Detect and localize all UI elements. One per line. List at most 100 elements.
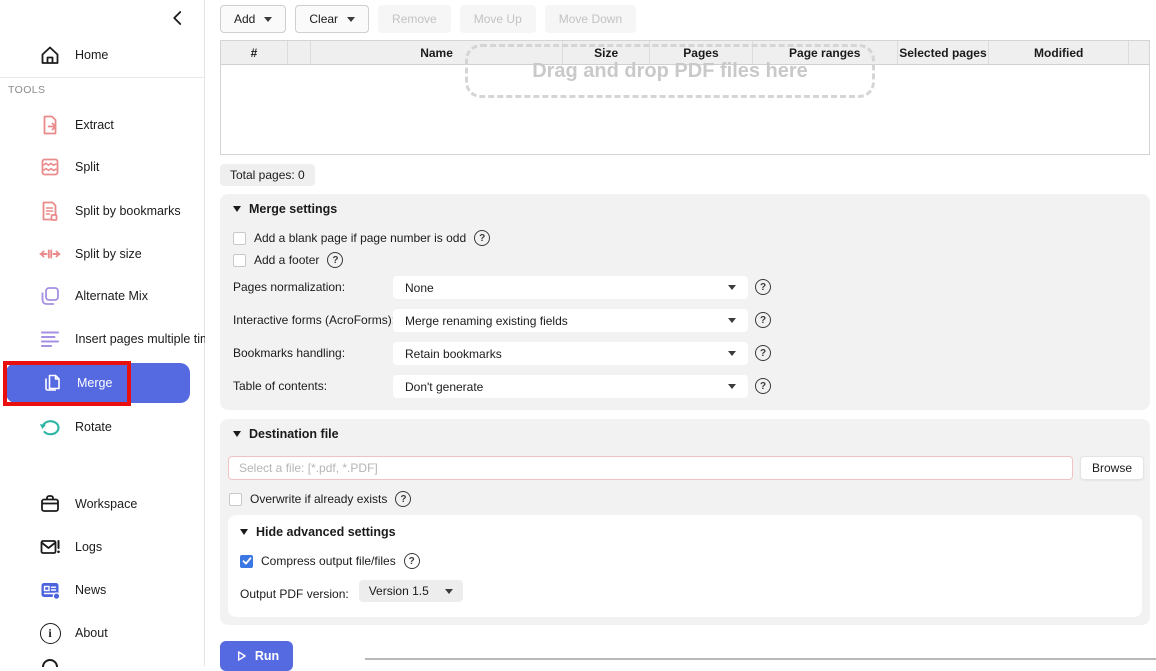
drag-and-drop-zone[interactable]: Drag and drop PDF files here <box>465 44 875 98</box>
column-header-blank[interactable] <box>288 41 311 64</box>
destination-file-panel: Destination file Browse Overwrite if alr… <box>220 419 1150 625</box>
pages-normalization-label: Pages normalization: <box>233 276 345 299</box>
interactive-forms-select[interactable]: Merge renaming existing fields <box>393 309 748 332</box>
advanced-settings-panel: Hide advanced settings Compress output f… <box>228 515 1142 617</box>
info-icon: i <box>38 621 62 645</box>
sidebar-item-news[interactable]: News <box>38 575 106 605</box>
sidebar-item-about[interactable]: i About <box>38 618 108 648</box>
blank-page-checkbox[interactable] <box>233 232 246 245</box>
destination-file-header[interactable]: Destination file <box>233 427 339 441</box>
sidebar-item-label: Split by bookmarks <box>75 204 181 218</box>
destination-file-input[interactable] <box>228 456 1073 480</box>
triangle-down-icon <box>233 206 241 212</box>
table-of-contents-label: Table of contents: <box>233 375 327 398</box>
pdf-version-select[interactable]: Version 1.5 <box>359 580 463 602</box>
add-button[interactable]: Add <box>220 5 286 33</box>
sidebar-divider <box>0 77 205 78</box>
chevron-down-icon <box>728 285 736 290</box>
split-by-bookmarks-icon <box>38 199 62 223</box>
column-header-modified[interactable]: Modified <box>989 41 1129 64</box>
triangle-down-icon <box>233 431 241 437</box>
interactive-forms-label: Interactive forms (AcroForms): <box>233 309 395 332</box>
advanced-settings-header[interactable]: Hide advanced settings <box>240 525 396 539</box>
alternate-mix-icon <box>38 284 62 308</box>
footer-checkbox-row: Add a footer ? <box>233 252 343 268</box>
column-header-index[interactable]: # <box>221 41 288 64</box>
sidebar-item-alternate-mix[interactable]: Alternate Mix <box>38 281 148 311</box>
sidebar-item-label: Home <box>75 48 108 62</box>
chevron-left-icon <box>169 9 187 27</box>
table-of-contents-select[interactable]: Don't generate <box>393 375 748 398</box>
split-by-size-icon <box>38 242 62 266</box>
pdf-version-row: Output PDF version: Version 1.5 <box>240 583 461 605</box>
chevron-down-icon <box>728 384 736 389</box>
clear-button[interactable]: Clear <box>295 5 369 33</box>
triangle-down-icon <box>240 529 248 535</box>
briefcase-icon <box>38 492 62 516</box>
bookmarks-handling-select[interactable]: Retain bookmarks <box>393 342 748 365</box>
overwrite-checkbox[interactable] <box>229 493 242 506</box>
sidebar-item-label: About <box>75 626 108 640</box>
help-icon[interactable]: ? <box>755 378 771 394</box>
merge-icon <box>40 371 64 395</box>
chevron-down-icon <box>445 589 453 594</box>
chevron-down-icon <box>728 318 736 323</box>
remove-button[interactable]: Remove <box>378 5 451 33</box>
news-icon <box>38 578 62 602</box>
tools-section-header: TOOLS <box>8 84 45 96</box>
help-icon[interactable]: ? <box>327 252 343 268</box>
chevron-down-icon <box>728 351 736 356</box>
chevron-down-icon <box>347 17 355 22</box>
sidebar-item-label: News <box>75 583 106 597</box>
sidebar-item-insert-pages-multiple-times[interactable]: Insert pages multiple times <box>38 324 224 354</box>
insert-pages-icon <box>38 327 62 351</box>
pages-normalization-select[interactable]: None <box>393 276 748 299</box>
collapse-sidebar-button[interactable] <box>166 6 190 30</box>
sidebar-item-rotate[interactable]: Rotate <box>38 412 112 442</box>
column-header-selected-pages[interactable]: Selected pages <box>898 41 990 64</box>
sidebar-item-merge-selected[interactable]: Merge <box>6 363 190 403</box>
play-icon <box>234 649 248 663</box>
rotate-icon <box>38 415 62 439</box>
chevron-down-icon <box>264 17 272 22</box>
help-icon[interactable]: ? <box>474 230 490 246</box>
run-button[interactable]: Run <box>220 641 293 671</box>
sidebar-item-label: Merge <box>77 376 112 390</box>
compress-checkbox-row: Compress output file/files ? <box>240 553 420 569</box>
merge-settings-panel: Merge settings Add a blank page if page … <box>220 194 1150 410</box>
browse-button[interactable]: Browse <box>1080 456 1144 480</box>
merge-tool-view: Add Clear Remove Move Up Move Down # Nam… <box>205 0 1156 666</box>
extract-icon <box>38 113 62 137</box>
sidebar-item-logs[interactable]: Logs <box>38 532 102 562</box>
footer-checkbox[interactable] <box>233 254 246 267</box>
home-icon <box>38 43 62 67</box>
help-icon[interactable]: ? <box>755 312 771 328</box>
merge-settings-header[interactable]: Merge settings <box>233 202 337 216</box>
help-icon[interactable]: ? <box>755 279 771 295</box>
sidebar-item-workspace[interactable]: Workspace <box>38 489 137 519</box>
sidebar-item-split[interactable]: Split <box>38 152 99 182</box>
sidebar-item-label: Workspace <box>75 497 137 511</box>
table-scrollbar-spacer <box>1129 41 1149 64</box>
sidebar-item-label: Split <box>75 160 99 174</box>
sidebar-item-label: Alternate Mix <box>75 289 148 303</box>
sidebar-item-home[interactable]: Home <box>38 40 108 70</box>
compress-checkbox[interactable] <box>240 555 253 568</box>
split-icon <box>38 155 62 179</box>
sidebar-item-label: Rotate <box>75 420 112 434</box>
sidebar-item-split-by-size[interactable]: Split by size <box>38 239 142 269</box>
sidebar-item-label: Insert pages multiple times <box>75 332 224 346</box>
sidebar-item-label: Split by size <box>75 247 142 261</box>
sidebar: Home TOOLS Extract Split Split by bookma… <box>0 0 205 666</box>
sidebar-item-split-by-bookmarks[interactable]: Split by bookmarks <box>38 196 181 226</box>
move-down-button[interactable]: Move Down <box>545 5 636 33</box>
bookmarks-handling-label: Bookmarks handling: <box>233 342 345 365</box>
total-pages-badge: Total pages: 0 <box>220 164 315 186</box>
help-icon[interactable]: ? <box>755 345 771 361</box>
move-up-button[interactable]: Move Up <box>460 5 536 33</box>
blank-page-checkbox-row: Add a blank page if page number is odd ? <box>233 230 490 246</box>
sidebar-item-extract[interactable]: Extract <box>38 110 114 140</box>
help-icon[interactable]: ? <box>404 553 420 569</box>
envelope-alert-icon <box>38 535 62 559</box>
help-icon[interactable]: ? <box>395 491 411 507</box>
